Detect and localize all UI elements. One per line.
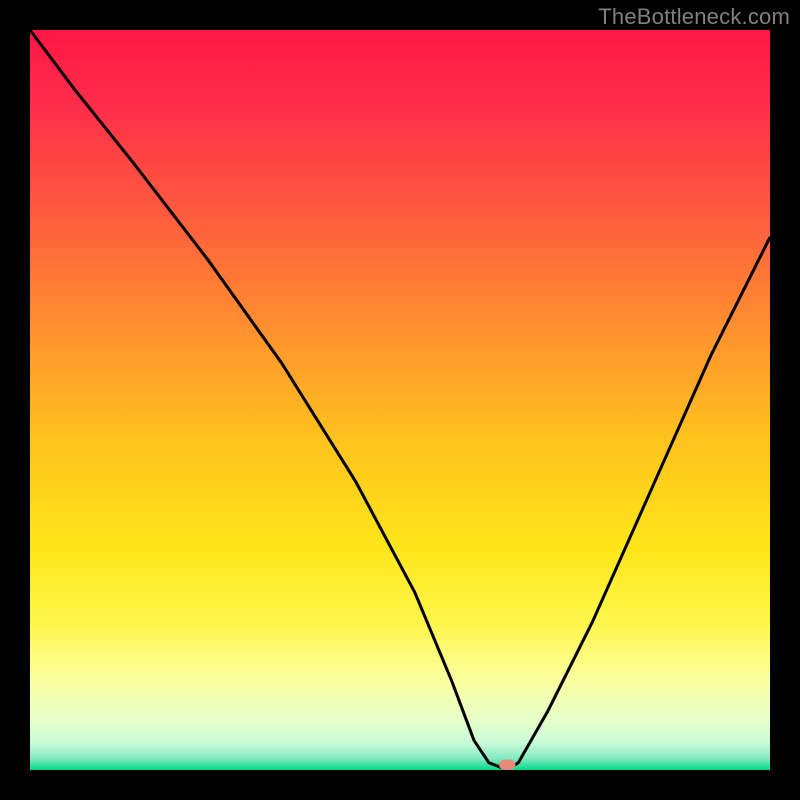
watermark-text: TheBottleneck.com bbox=[598, 4, 790, 30]
plot-background bbox=[30, 30, 770, 770]
optimal-marker bbox=[499, 760, 515, 770]
bottleneck-chart bbox=[0, 0, 800, 800]
